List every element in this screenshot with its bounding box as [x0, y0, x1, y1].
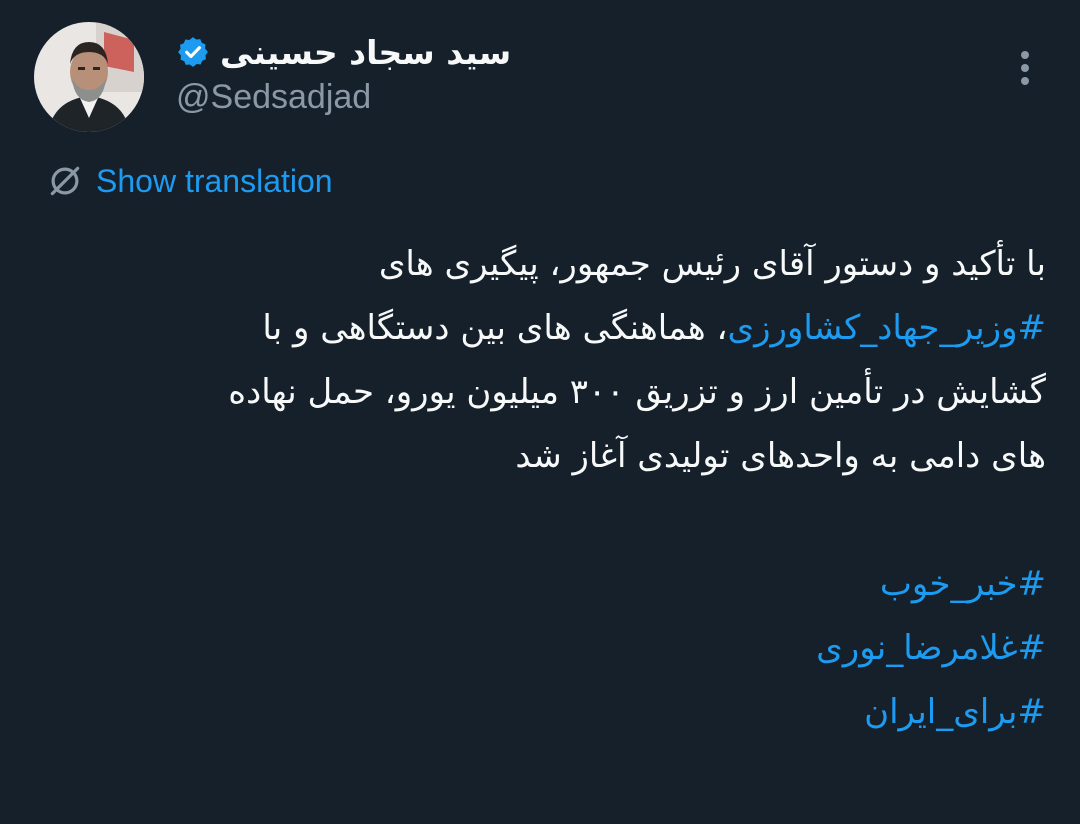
- tweet-line: های دامی به واحدهای تولیدی آغاز شد: [515, 436, 1046, 476]
- more-options-button[interactable]: [1008, 46, 1042, 90]
- hashtag-link[interactable]: #برای_ایران: [40, 680, 1046, 744]
- tweet-text: با تأکید و دستور آقای رئیس جمهور، پیگیری…: [40, 232, 1046, 744]
- author-handle[interactable]: @Sedsadjad: [176, 78, 371, 117]
- hashtag-link[interactable]: #وزیر_جهاد_کشاورزی: [728, 308, 1046, 348]
- globe-slash-icon: [50, 166, 80, 196]
- hashtag-link[interactable]: #غلامرضا_نوری: [40, 616, 1046, 680]
- hashtag-link[interactable]: #خبر_خوب: [40, 552, 1046, 616]
- more-vertical-icon-dot: [1021, 51, 1029, 59]
- show-translation-label: Show translation: [96, 162, 333, 199]
- more-vertical-icon-dot: [1021, 77, 1029, 85]
- verified-badge-icon: [178, 37, 208, 67]
- tweet-line: گشایش در تأمین ارز و تزریق ۳۰۰ میلیون یو…: [228, 372, 1046, 412]
- author-avatar[interactable]: [34, 22, 144, 132]
- show-translation-button[interactable]: Show translation: [46, 160, 333, 202]
- author-display-name: سید سجاد حسینی: [220, 32, 512, 72]
- tweet-line-text: ، هماهنگی های بین دستگاهی و با: [262, 308, 728, 348]
- tweet-line: با تأکید و دستور آقای رئیس جمهور، پیگیری…: [378, 244, 1046, 284]
- avatar-image: [34, 22, 144, 132]
- more-vertical-icon-dot: [1021, 64, 1029, 72]
- tweet-spacer: [40, 488, 1046, 552]
- tweet-line: #وزیر_جهاد_کشاورزی، هماهنگی های بین دستگ…: [40, 296, 1046, 360]
- author-name-row[interactable]: سید سجاد حسینی: [176, 28, 511, 76]
